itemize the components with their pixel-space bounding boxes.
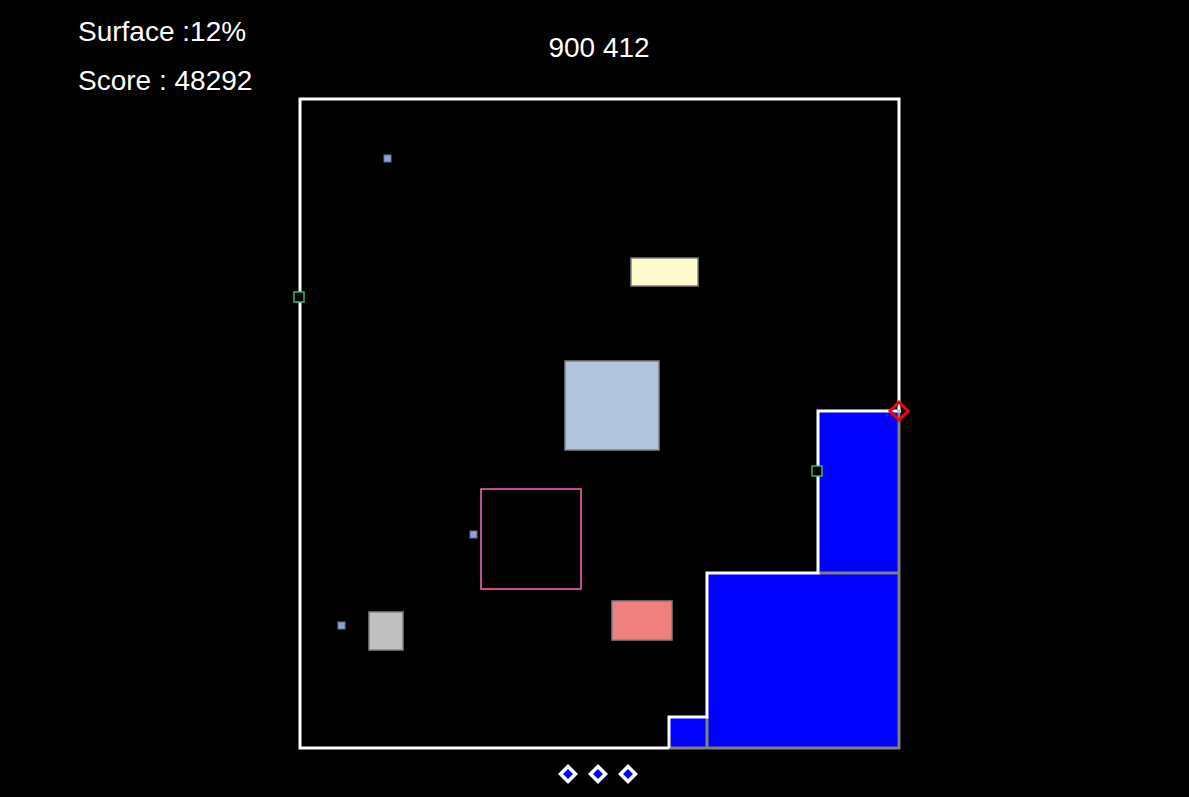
ball [338,622,345,629]
field-border [300,99,899,748]
captured-area [669,411,899,748]
life-icon [588,764,608,784]
life-icon [618,764,638,784]
obstacle [369,612,403,650]
coords-label: 900 412 [499,31,699,65]
playfield[interactable] [0,0,1189,797]
spark [294,292,304,302]
obstacle [565,361,659,450]
ball [384,155,391,162]
life-icon [558,764,578,784]
ball [470,531,477,538]
captured-inner-edges [669,411,900,749]
score-label: Score : 48292 [78,64,252,98]
obstacle [612,601,672,640]
obstacle [481,489,581,589]
obstacle [631,258,698,286]
player-icon[interactable] [890,402,908,420]
spark [812,466,822,476]
surface-label: Surface :12% [78,15,246,49]
game-screen: Surface :12% Score : 48292 900 412 [0,0,1189,797]
